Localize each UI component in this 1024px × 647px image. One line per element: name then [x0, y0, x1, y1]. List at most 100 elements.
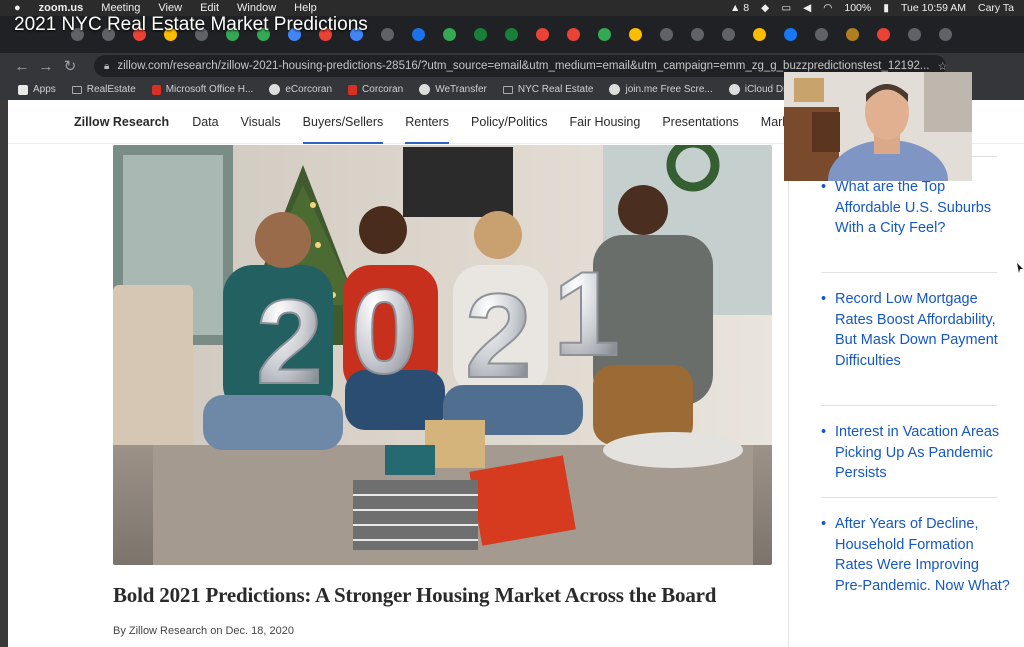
article-hero-image: 2 0 2 1 — [113, 145, 772, 565]
tab-favicon-icon — [536, 28, 549, 41]
bookmark-item[interactable]: join.me Free Scre... — [609, 84, 713, 95]
bookmark-item[interactable]: eCorcoran — [269, 84, 332, 95]
address-url: zillow.com/research/zillow-2021-housing-… — [117, 60, 930, 72]
tab-favicon-icon — [381, 28, 394, 41]
office-icon — [151, 84, 161, 95]
menu-user[interactable]: Cary Ta — [978, 2, 1014, 14]
tab-favicon-icon — [598, 28, 611, 41]
tab-favicon-icon — [753, 28, 766, 41]
site-nav-item[interactable]: Policy/Politics — [460, 100, 558, 144]
site-nav-item[interactable]: Buyers/Sellers — [292, 100, 395, 144]
browser-tab[interactable] — [682, 16, 713, 53]
menu-window[interactable]: Window — [237, 2, 276, 14]
zoom-participant-video[interactable] — [784, 72, 972, 181]
site-brand-link[interactable]: Zillow Research — [8, 100, 181, 144]
lock-icon[interactable]: 🔒︎ — [104, 61, 109, 72]
tab-favicon-icon — [412, 28, 425, 41]
wetransfer-icon — [419, 84, 431, 95]
related-link-1[interactable]: What are the Top Affordable U.S. Suburbs… — [821, 177, 1010, 239]
balloon-digit: 0 — [351, 265, 418, 399]
article-headline[interactable]: Bold 2021 Predictions: A Stronger Housin… — [113, 583, 793, 608]
circle-c-icon — [269, 84, 281, 95]
bookmark-label: eCorcoran — [285, 84, 333, 95]
airplay-icon[interactable]: ▭ — [781, 2, 791, 14]
tab-favicon-icon — [846, 28, 859, 41]
bookmark-item[interactable]: Apps — [18, 84, 56, 95]
back-arrow-icon[interactable]: ← — [10, 58, 34, 75]
site-nav-item[interactable]: Data — [181, 100, 229, 144]
browser-tab[interactable] — [527, 16, 558, 53]
joinme-icon — [609, 84, 621, 95]
browser-tab[interactable] — [868, 16, 899, 53]
site-nav-item[interactable]: Presentations — [651, 100, 749, 144]
bookmark-item[interactable]: iCloud Dr — [728, 84, 786, 95]
bookmark-item[interactable]: NYC Real Estate — [502, 84, 594, 95]
menu-meeting[interactable]: Meeting — [101, 2, 140, 14]
zoom-share-title: 2021 NYC Real Estate Market Predictions — [14, 14, 368, 35]
sidebar-divider — [821, 497, 997, 498]
related-link-2[interactable]: Record Low Mortgage Rates Boost Affordab… — [821, 289, 1010, 371]
browser-tab[interactable] — [403, 16, 434, 53]
bookmark-label: RealEstate — [86, 84, 136, 95]
bookmark-label: NYC Real Estate — [517, 84, 594, 95]
browser-tab[interactable] — [465, 16, 496, 53]
sidebar-divider — [821, 272, 997, 273]
forward-arrow-icon[interactable]: → — [34, 58, 58, 75]
browser-tab[interactable] — [620, 16, 651, 53]
corcoran-icon — [348, 84, 358, 95]
bookmark-item[interactable]: Corcoran — [348, 84, 403, 95]
tab-favicon-icon — [567, 28, 580, 41]
bookmark-label: WeTransfer — [435, 84, 487, 95]
notification-count: 8 — [743, 2, 750, 14]
apps-grid-icon — [18, 84, 28, 95]
menu-edit[interactable]: Edit — [200, 2, 219, 14]
tab-favicon-icon — [722, 28, 735, 41]
bookmark-label: Corcoran — [362, 84, 404, 95]
browser-tab[interactable] — [744, 16, 775, 53]
apple-icon — [728, 84, 740, 95]
browser-tab[interactable] — [651, 16, 682, 53]
browser-tab[interactable] — [899, 16, 930, 53]
tab-favicon-icon — [443, 28, 456, 41]
menu-clock[interactable]: Tue 10:59 AM — [901, 2, 966, 14]
tab-favicon-icon — [505, 28, 518, 41]
bookmark-item[interactable]: Microsoft Office H... — [151, 84, 253, 95]
browser-tab[interactable] — [558, 16, 589, 53]
browser-tab[interactable] — [837, 16, 868, 53]
related-link-3[interactable]: Interest in Vacation Areas Picking Up As… — [821, 422, 1010, 484]
menu-view[interactable]: View — [158, 2, 182, 14]
browser-tab[interactable] — [372, 16, 403, 53]
site-nav-item[interactable]: Renters — [394, 100, 460, 144]
browser-tab[interactable] — [930, 16, 961, 53]
tab-favicon-icon — [660, 28, 673, 41]
battery-icon: ▮ — [883, 2, 890, 14]
site-nav-item[interactable]: Fair Housing — [558, 100, 651, 144]
bookmark-item[interactable]: WeTransfer — [419, 84, 487, 95]
volume-icon[interactable]: ◀ — [803, 2, 811, 14]
site-nav-item[interactable]: Visuals — [230, 100, 292, 144]
related-articles-sidebar: What are the Top Affordable U.S. Suburbs… — [788, 144, 1024, 647]
wifi-icon[interactable]: ◠ — [823, 2, 832, 14]
mouse-cursor-icon — [1017, 263, 1023, 273]
browser-tab[interactable] — [713, 16, 744, 53]
tab-favicon-icon — [691, 28, 704, 41]
apple-menu-icon[interactable]: ● — [14, 2, 21, 14]
status-notification-icon[interactable]: ▲ 8 — [730, 2, 749, 14]
tab-favicon-icon — [629, 28, 642, 41]
browser-tab[interactable] — [589, 16, 620, 53]
menu-help[interactable]: Help — [294, 2, 317, 14]
bookmark-label: Apps — [33, 84, 56, 95]
menu-app-name[interactable]: zoom.us — [39, 2, 84, 14]
bookmark-item[interactable]: RealEstate — [71, 84, 136, 95]
tab-favicon-icon — [939, 28, 952, 41]
dropbox-icon[interactable]: ◆ — [761, 2, 769, 14]
folder-icon — [502, 85, 513, 94]
bookmark-star-icon[interactable]: ☆ — [937, 59, 946, 73]
browser-tab[interactable] — [806, 16, 837, 53]
related-link-4[interactable]: After Years of Decline, Household Format… — [821, 514, 1010, 596]
browser-tab[interactable] — [496, 16, 527, 53]
browser-tab[interactable] — [434, 16, 465, 53]
browser-tab[interactable] — [775, 16, 806, 53]
reload-icon[interactable]: ↻ — [58, 57, 82, 75]
battery-status[interactable]: 100% — [844, 2, 871, 14]
